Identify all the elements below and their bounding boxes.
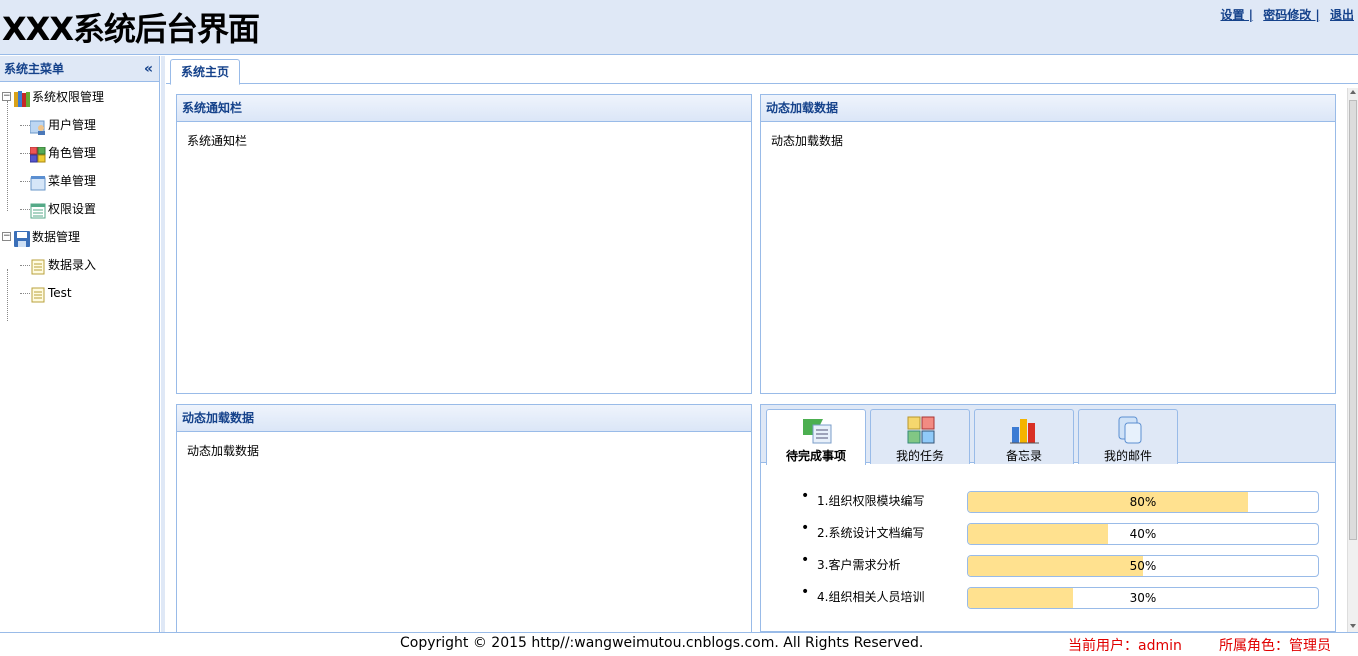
task-item: • 3.客户需求分析 50% [801, 552, 1321, 577]
sidebar-item-data-entry[interactable]: 数据录入 [0, 251, 159, 279]
role-icon [29, 145, 46, 163]
books-icon [14, 89, 30, 107]
panel-body: 动态加载数据 [187, 444, 260, 458]
splitter[interactable] [161, 56, 165, 632]
sidebar-item-test[interactable]: Test [0, 279, 159, 307]
user-icon [29, 117, 46, 135]
sidebar-title: 系统主菜单 [4, 62, 65, 76]
sidebar-item-menus[interactable]: 菜单管理 [0, 167, 159, 195]
current-user: 当前用户：admin [1068, 638, 1182, 654]
scroll-thumb[interactable] [1349, 100, 1357, 540]
progress-label: 50% [1129, 559, 1157, 573]
progress-bar: 40% [967, 523, 1319, 545]
sidebar-item-permissions[interactable]: 权限设置 [0, 195, 159, 223]
expander-icon[interactable]: − [2, 92, 11, 101]
sidebar-item-label: 数据录入 [48, 258, 97, 272]
tree-group-permission[interactable]: − 系统权限管理 [0, 83, 159, 111]
sidebar-item-label: 菜单管理 [48, 174, 97, 188]
task-name: 2.系统设计文档编写 [817, 526, 925, 540]
settings-link[interactable]: 设置 | [1220, 8, 1253, 22]
task-name: 1.组织权限模块编写 [817, 494, 925, 508]
tree-group-data[interactable]: − 数据管理 [0, 223, 159, 251]
tab-memo[interactable]: 备忘录 [974, 409, 1074, 464]
tab-my-mail[interactable]: 我的邮件 [1078, 409, 1178, 464]
bullet-icon: • [801, 584, 810, 600]
progress-label: 40% [1129, 527, 1157, 541]
change-password-link[interactable]: 密码修改 | [1263, 8, 1320, 22]
document-icon [30, 257, 46, 275]
header-links: 设置 | 密码修改 | 退出 [1214, 6, 1354, 23]
tree-line [20, 125, 30, 126]
task-item: • 2.系统设计文档编写 40% [801, 520, 1321, 545]
bullet-icon: • [801, 520, 810, 536]
expander-icon[interactable]: − [2, 232, 11, 241]
tree-line [20, 265, 30, 266]
copyright-text: Copyright © 2015 http//:wangweimutou.cnb… [400, 635, 924, 651]
notice-panel: 系统通知栏 系统通知栏 [176, 94, 752, 394]
save-icon [14, 229, 30, 247]
tab-label: 备忘录 [1005, 449, 1042, 463]
tab-todo[interactable]: 待完成事项 [766, 409, 866, 465]
dynamic-panel-2: 动态加载数据 动态加载数据 [176, 404, 752, 632]
tree-group-label: 数据管理 [32, 230, 81, 244]
sidebar-item-users[interactable]: 用户管理 [0, 111, 159, 139]
scroll-up-icon[interactable] [1350, 90, 1356, 94]
progress-label: 30% [1129, 591, 1157, 605]
tree-group-label: 系统权限管理 [32, 90, 105, 104]
task-name: 3.客户需求分析 [817, 558, 901, 572]
tasks-icon [905, 415, 937, 445]
current-role: 所属角色：管理员 [1219, 638, 1331, 654]
app-title: XXX系统后台界面 [2, 10, 260, 48]
progress-label: 80% [1129, 495, 1157, 509]
tree-line [20, 293, 30, 294]
panel-body: 动态加载数据 [771, 134, 844, 148]
bar-chart-icon [1009, 415, 1041, 445]
header: XXX系统后台界面 设置 | 密码修改 | 退出 [0, 0, 1358, 55]
panel-title: 动态加载数据 [177, 405, 751, 432]
task-tabs-panel: 待完成事项 我的任务 备忘录 我的邮件 • 1.组织权限模块编写 80% • 2… [760, 404, 1336, 632]
collapse-icon[interactable]: « [144, 56, 153, 82]
progress-bar: 80% [967, 491, 1319, 513]
tab-bar: 系统主页 [166, 56, 1358, 85]
sidebar-header: 系统主菜单 « [0, 56, 159, 82]
tree-line [20, 181, 30, 182]
bullet-icon: • [801, 488, 810, 504]
sidebar-item-roles[interactable]: 角色管理 [0, 139, 159, 167]
progress-bar: 30% [967, 587, 1319, 609]
task-name: 4.组织相关人员培训 [817, 590, 925, 604]
vertical-scrollbar[interactable] [1347, 88, 1358, 632]
sidebar-item-label: 权限设置 [48, 202, 97, 216]
panel-title: 动态加载数据 [761, 95, 1335, 122]
sidebar-item-label: Test [48, 286, 72, 300]
task-tab-strip: 待完成事项 我的任务 备忘录 我的邮件 [761, 405, 1335, 465]
menu-icon [30, 173, 46, 191]
scroll-down-icon[interactable] [1350, 624, 1356, 628]
todo-icon [801, 415, 833, 445]
tree-line [20, 209, 30, 210]
footer: Copyright © 2015 http//:wangweimutou.cnb… [0, 632, 1358, 656]
mail-icon [1113, 415, 1145, 445]
sidebar-item-label: 角色管理 [48, 146, 97, 160]
task-item: • 4.组织相关人员培训 30% [801, 584, 1321, 609]
document-icon [30, 285, 46, 303]
panel-body: 系统通知栏 [187, 134, 248, 148]
tab-home[interactable]: 系统主页 [170, 59, 241, 85]
tab-label: 我的任务 [895, 449, 944, 463]
tree-line [20, 153, 30, 154]
progress-bar: 50% [967, 555, 1319, 577]
panel-title: 系统通知栏 [177, 95, 751, 122]
task-item: • 1.组织权限模块编写 80% [801, 488, 1321, 513]
tab-my-tasks[interactable]: 我的任务 [870, 409, 970, 464]
bullet-icon: • [801, 552, 810, 568]
tab-label: 我的邮件 [1103, 449, 1152, 463]
tab-label: 待完成事项 [785, 449, 846, 463]
logout-link[interactable]: 退出 [1330, 8, 1354, 22]
sidebar-item-label: 用户管理 [48, 118, 97, 132]
sidebar: 系统主菜单 « − 系统权限管理 用户管理 角色管理 菜单管理 权限设置 − 数… [0, 56, 160, 632]
dynamic-panel-1: 动态加载数据 动态加载数据 [760, 94, 1336, 394]
permission-icon [30, 201, 46, 219]
